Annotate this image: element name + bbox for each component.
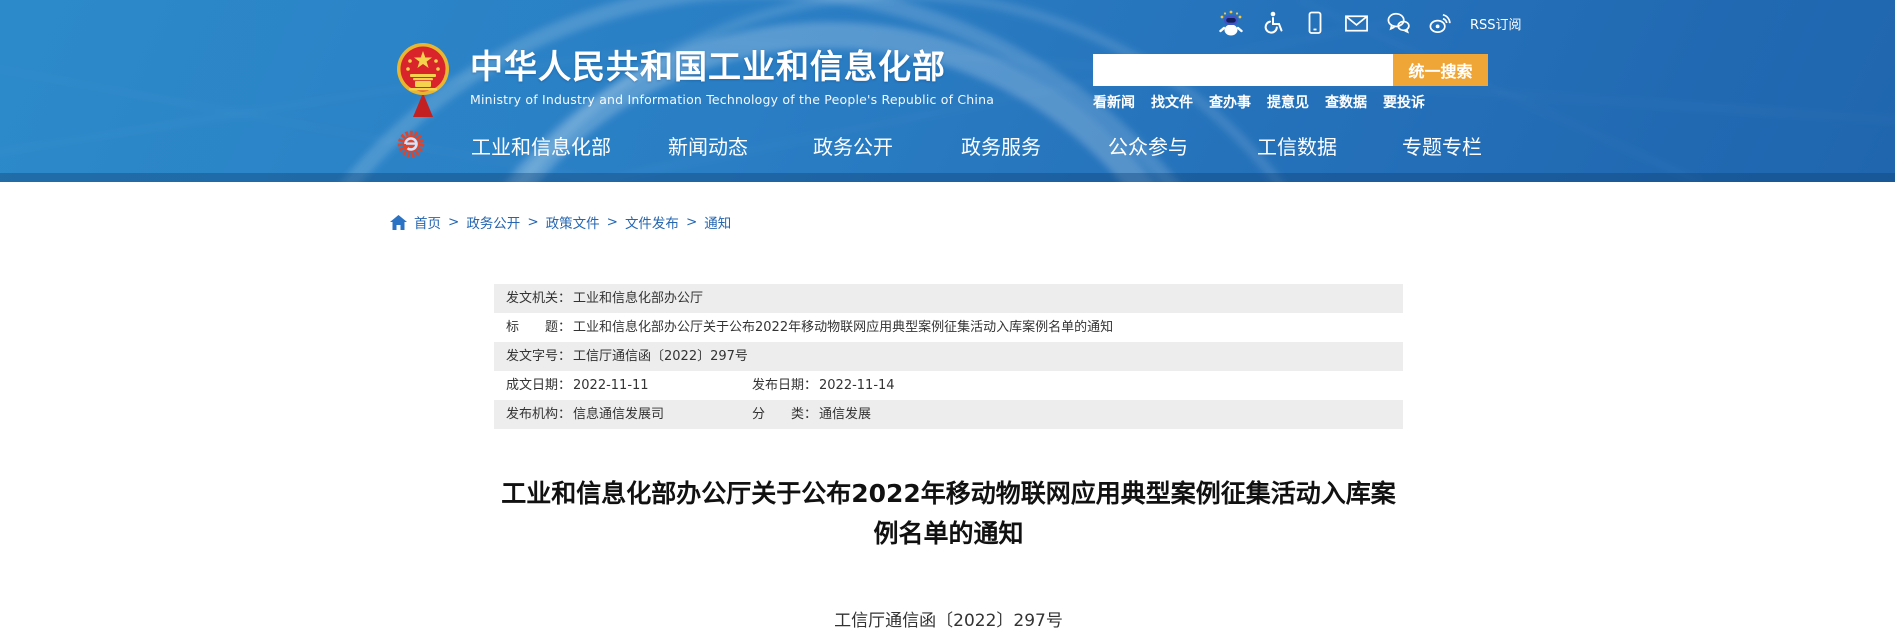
site-logo-link[interactable]: 中华人民共和国工业和信息化部 Ministry of Industry and … <box>470 48 994 107</box>
nav-item-news[interactable]: 新闻动态 <box>668 131 748 160</box>
quick-link-complaint[interactable]: 要投诉 <box>1383 92 1425 112</box>
home-icon[interactable] <box>390 215 407 230</box>
main-content: 首页 > 政务公开 > 政策文件 > 文件发布 > 通知 发文机关：工业和信息化… <box>0 182 1895 641</box>
meta-label: 成文日期： <box>506 378 571 393</box>
wechat-icon[interactable] <box>1386 10 1411 36</box>
meta-value: 2022-11-11 <box>573 378 649 393</box>
search-bar: 统一搜索 <box>1093 54 1488 86</box>
site-title-en: Ministry of Industry and Information Tec… <box>470 92 994 107</box>
accessibility-icon[interactable] <box>1260 10 1285 36</box>
meta-value: 2022-11-14 <box>819 378 895 393</box>
quick-link-data[interactable]: 查数据 <box>1325 92 1367 112</box>
header-bottom-strip <box>0 173 1895 182</box>
quick-link-services[interactable]: 查办事 <box>1209 92 1251 112</box>
nav-item-miit-data[interactable]: 工信数据 <box>1257 131 1337 160</box>
site-title-cn: 中华人民共和国工业和信息化部 <box>470 48 994 86</box>
nav-item-miit[interactable]: 工业和信息化部 <box>471 131 611 160</box>
meta-row-dates: 成文日期：2022-11-11 发布日期：2022-11-14 <box>494 371 1403 400</box>
meta-label: 发布日期： <box>752 378 817 393</box>
meta-row-publisher-category: 发布机构：信息通信发展司 分 类：通信发展 <box>494 400 1403 429</box>
breadcrumb-policy-files[interactable]: 政策文件 <box>546 212 600 232</box>
meta-row-title: 标 题：工业和信息化部办公厅关于公布2022年移动物联网应用典型案例征集活动入库… <box>494 313 1403 342</box>
breadcrumb-separator: > <box>686 214 697 230</box>
meta-label: 发文机关： <box>506 291 571 306</box>
topbar-utility-icons: RSS订阅 <box>1218 10 1522 36</box>
article-title: 工业和信息化部办公厅关于公布2022年移动物联网应用典型案例征集活动入库案例名单… <box>494 474 1403 554</box>
quick-link-news[interactable]: 看新闻 <box>1093 92 1135 112</box>
meta-value: 工业和信息化部办公厅关于公布2022年移动物联网应用典型案例征集活动入库案例名单… <box>573 320 1113 335</box>
national-emblem <box>396 41 450 117</box>
quick-link-files[interactable]: 找文件 <box>1151 92 1193 112</box>
ai-assistant-mascot-icon[interactable] <box>1218 10 1243 36</box>
breadcrumb-separator: > <box>448 214 459 230</box>
nav-item-public-participation[interactable]: 公众参与 <box>1108 131 1188 160</box>
page: 中华人民共和国工业和信息化部 Ministry of Industry and … <box>0 0 1895 641</box>
nav-item-special-columns[interactable]: 专题专栏 <box>1402 131 1482 160</box>
meta-cell-category: 分 类：通信发展 <box>752 400 871 429</box>
document-meta-table: 发文机关：工业和信息化部办公厅 标 题：工业和信息化部办公厅关于公布2022年移… <box>494 284 1403 429</box>
meta-label: 发文字号： <box>506 349 571 364</box>
meta-value: 工业和信息化部办公厅 <box>573 291 703 306</box>
meta-label: 分 类： <box>752 407 817 422</box>
miit-e-logo-icon <box>397 130 425 158</box>
main-navigation: 工业和信息化部 新闻动态 政务公开 政务服务 公众参与 工信数据 专题专栏 <box>0 128 1895 168</box>
quick-link-feedback[interactable]: 提意见 <box>1267 92 1309 112</box>
meta-cell-publish-date: 发布日期：2022-11-14 <box>752 371 895 400</box>
breadcrumb-separator: > <box>527 214 538 230</box>
mobile-icon[interactable] <box>1302 10 1327 36</box>
meta-row-issuing-agency: 发文机关：工业和信息化部办公厅 <box>494 284 1403 313</box>
unified-search-button[interactable]: 统一搜索 <box>1393 54 1488 86</box>
weibo-icon[interactable] <box>1428 10 1453 36</box>
breadcrumb: 首页 > 政务公开 > 政策文件 > 文件发布 > 通知 <box>390 212 731 232</box>
quick-links: 看新闻 找文件 查办事 提意见 查数据 要投诉 <box>1093 92 1425 112</box>
meta-label: 标 题： <box>506 320 571 335</box>
breadcrumb-separator: > <box>607 214 618 230</box>
meta-row-doc-number: 发文字号：工信厅通信函〔2022〕297号 <box>494 342 1403 371</box>
breadcrumb-gov-disclosure[interactable]: 政务公开 <box>466 212 520 232</box>
breadcrumb-home[interactable]: 首页 <box>414 212 441 232</box>
nav-item-gov-disclosure[interactable]: 政务公开 <box>813 131 893 160</box>
breadcrumb-notice[interactable]: 通知 <box>704 212 731 232</box>
mail-icon[interactable] <box>1344 10 1369 36</box>
article-doc-number: 工信厅通信函〔2022〕297号 <box>494 606 1403 631</box>
rss-subscribe-link[interactable]: RSS订阅 <box>1470 14 1522 33</box>
meta-value: 工信厅通信函〔2022〕297号 <box>573 349 748 364</box>
search-input[interactable] <box>1093 54 1393 86</box>
meta-value: 信息通信发展司 <box>573 407 664 422</box>
site-header: 中华人民共和国工业和信息化部 Ministry of Industry and … <box>0 0 1895 182</box>
breadcrumb-file-release[interactable]: 文件发布 <box>625 212 679 232</box>
meta-value: 通信发展 <box>819 407 871 422</box>
meta-label: 发布机构： <box>506 407 571 422</box>
nav-item-gov-services[interactable]: 政务服务 <box>961 131 1041 160</box>
